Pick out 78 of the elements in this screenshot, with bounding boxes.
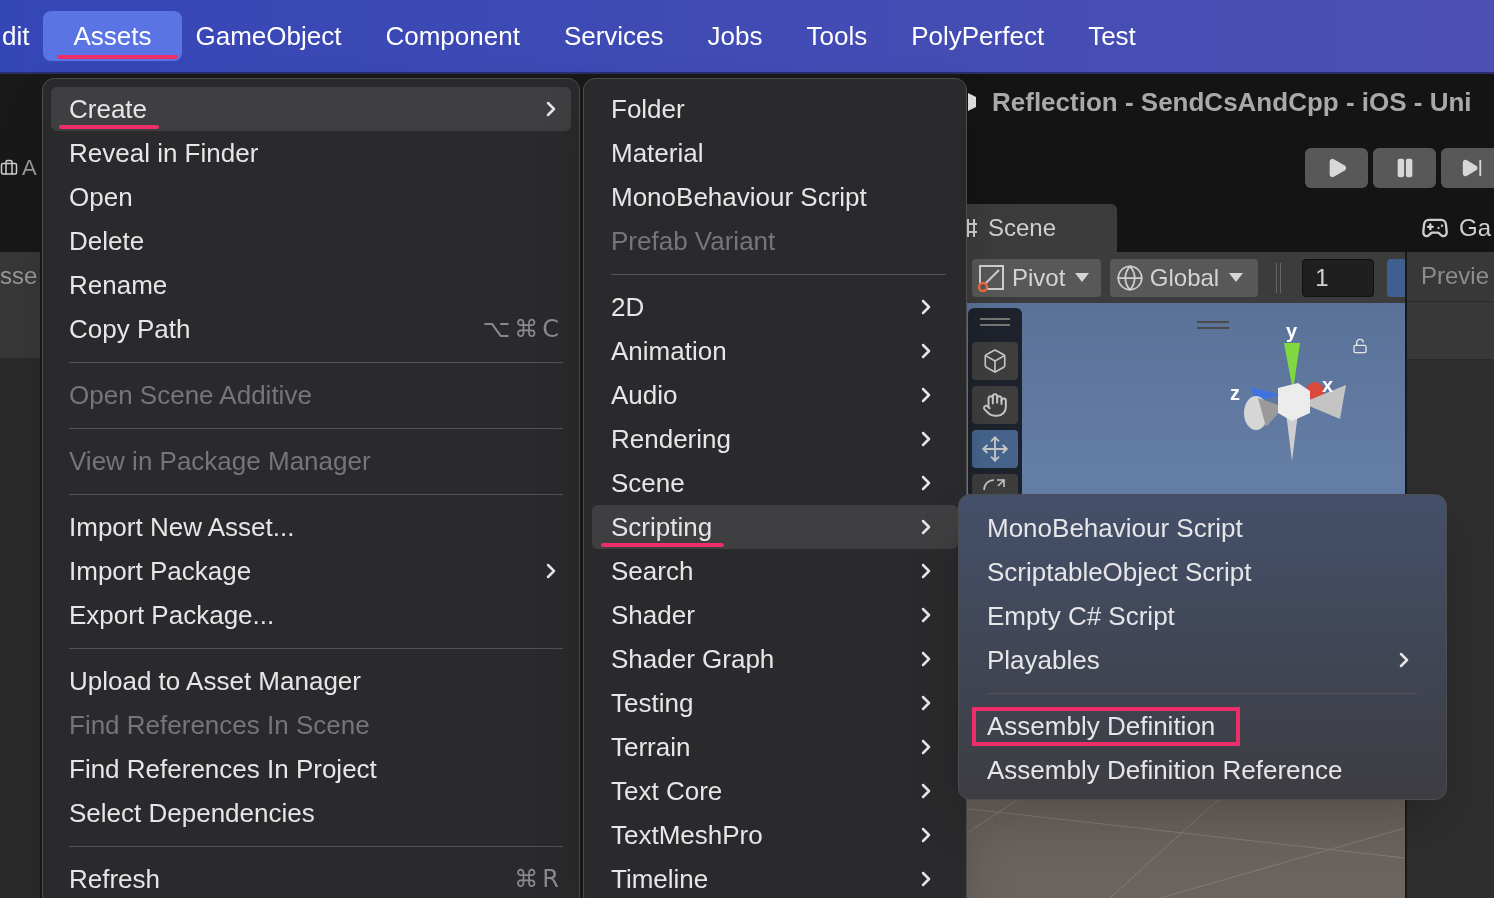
menu-bar-item[interactable]: Services [563,11,664,61]
lock-icon[interactable] [1352,338,1368,354]
menu-item[interactable]: Shader Graph [592,637,958,681]
caret-icon [1229,273,1244,282]
menu-item[interactable]: Import New Asset... [51,505,571,549]
menu-bar-item[interactable]: Tools [806,11,868,61]
menu-item[interactable]: Animation [592,329,958,373]
axis-label: x [1322,375,1334,395]
snap-value-field[interactable]: 1 [1302,258,1375,297]
axis-label: z [1230,383,1240,403]
editor-tab[interactable]: Ga [1417,204,1491,252]
menu-item[interactable]: Select Dependencies [51,791,571,835]
menu-item[interactable]: Delete [51,219,571,263]
menu-item[interactable]: Text Core [592,769,958,813]
menu-item[interactable]: Rendering [592,417,958,461]
menu-item[interactable]: Empty C# Script [967,594,1438,638]
tool-button[interactable] [972,430,1018,468]
menu-item[interactable]: Playables [967,638,1438,682]
pause-button[interactable] [1373,148,1436,188]
bag-icon [0,159,18,177]
menu-item[interactable]: Shader [592,593,958,637]
move-arrows-icon [981,435,1009,463]
space-dropdown[interactable]: Global [1109,258,1259,297]
menu-item[interactable]: Copy Path ⌥⌘C [51,307,571,351]
tool-button[interactable] [972,386,1018,424]
window-title: Reflection - SendCsAndCpp - iOS - Uni [992,85,1472,119]
menu-item[interactable]: Rename [51,263,571,307]
cube-icon [982,348,1008,374]
step-forward-icon [1461,157,1483,179]
pivot-dropdown[interactable]: Pivot [972,258,1101,297]
menu-bar-item[interactable]: GameObject [195,11,342,61]
menu-item[interactable]: TextMeshPro [592,813,958,857]
step-button[interactable] [1441,148,1494,188]
menu-item[interactable]: Upload to Asset Manager [51,659,571,703]
axis-label: y [1286,321,1298,341]
menu-item[interactable]: Scripting [592,505,958,549]
play-button[interactable] [1305,148,1368,188]
menu-item[interactable]: Terrain [592,725,958,769]
menu-item[interactable]: MonoBehaviour Script [967,506,1438,550]
shortcut-label: ⌥⌘C [482,317,563,341]
menu-item[interactable]: Reveal in Finder [51,131,571,175]
hand-icon [982,392,1008,418]
menu-item[interactable]: Open [51,175,571,219]
menu-item[interactable]: Scene [592,461,958,505]
grid-icon [964,218,978,238]
menu-bar-item[interactable]: PolyPerfect [911,11,1045,61]
globe-icon [1115,263,1144,292]
tool-button[interactable] [972,342,1018,380]
menu-item[interactable]: Import Package [51,549,571,593]
menu-item[interactable]: MonoBehaviour Script [592,175,958,219]
caret-icon [1075,273,1090,282]
menu-item[interactable]: ScriptableObject Script [967,550,1438,594]
pivot-icon [976,262,1006,293]
preview-header: Previe [1407,252,1494,302]
grid-toggle[interactable] [1387,258,1405,297]
menu-item[interactable]: Search [592,549,958,593]
menu-item[interactable]: Material [592,131,958,175]
menu-item[interactable]: Create [51,87,571,131]
rotate-icon [982,478,1008,490]
menu-item[interactable]: Assembly Definition Reference [967,748,1438,792]
menu-item[interactable]: Refresh ⌘R [51,857,571,898]
menu-bar-item[interactable]: dit [2,11,30,61]
menu-item[interactable]: Testing [592,681,958,725]
menu-item[interactable]: Timeline [592,857,958,898]
menu-bar-item[interactable]: Jobs [707,11,763,61]
menu-item[interactable]: Find References In Project [51,747,571,791]
menu-bar-item[interactable]: Component [385,11,520,61]
menu-item[interactable]: Folder [592,87,958,131]
menu-item[interactable]: Assembly Definition [967,704,1438,748]
panel-tab[interactable]: sse [0,252,40,358]
panel-label: A [22,157,37,179]
menu-item[interactable]: Export Package... [51,593,571,637]
menu-bar-item[interactable]: Assets [43,11,182,61]
menu-item[interactable]: 2D [592,285,958,329]
drag-handle[interactable] [1197,321,1229,329]
shortcut-label: ⌘R [514,867,563,891]
menu-item[interactable]: Audio [592,373,958,417]
menu-bar-item[interactable]: Test [1088,11,1136,61]
